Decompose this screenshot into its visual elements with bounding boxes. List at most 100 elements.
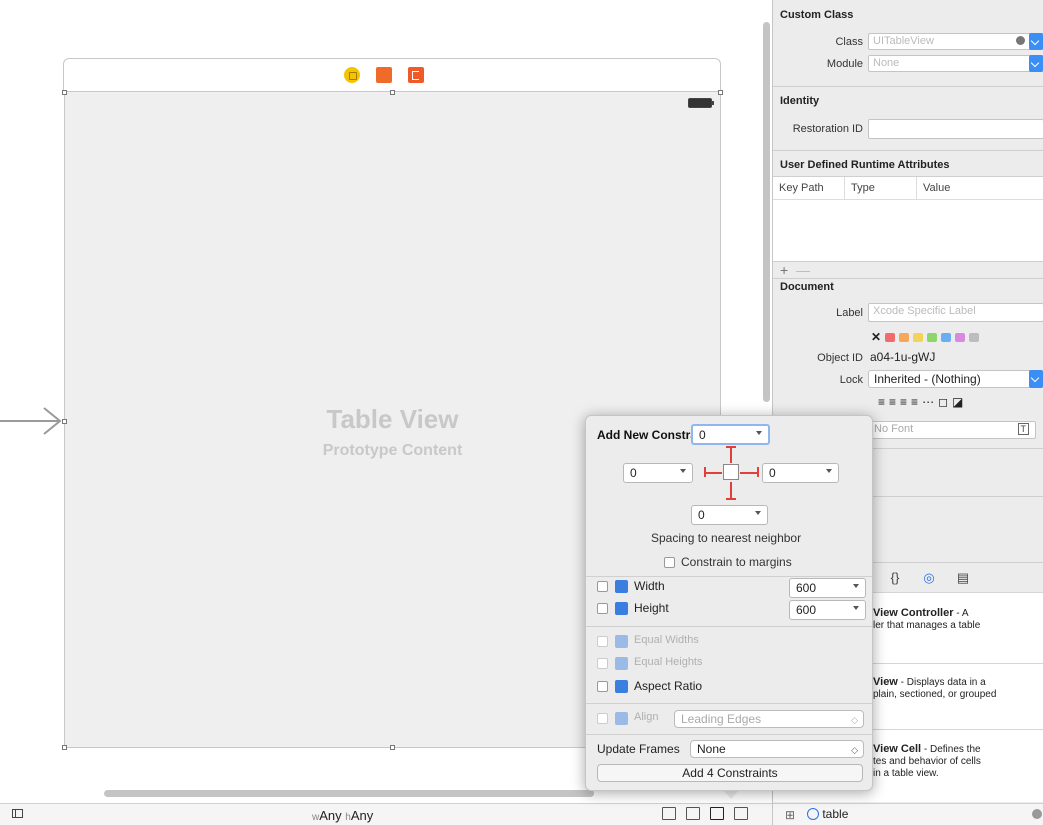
color-swatch-yellow[interactable] (913, 332, 924, 342)
add-attribute-button[interactable]: + (780, 262, 788, 278)
color-swatch-purple[interactable] (955, 332, 966, 342)
left-strut-icon[interactable] (705, 472, 722, 474)
column-key-path[interactable]: Key Path (773, 177, 845, 199)
color-swatch-gray[interactable] (969, 332, 980, 342)
align-label: Align (634, 711, 659, 723)
dropdown-icon (680, 469, 686, 473)
aspect-ratio-checkbox[interactable] (597, 681, 608, 692)
code-snippet-library-tab[interactable]: {} (887, 570, 903, 586)
resolve-issues-icon[interactable] (734, 807, 748, 820)
divider (773, 86, 1043, 87)
resize-handle-bottom[interactable] (390, 745, 395, 750)
align-checkbox[interactable] (597, 713, 608, 724)
align-center-icon[interactable]: ≡ (889, 395, 896, 409)
lib-item-desc: plain, sectioned, or grouped (873, 689, 997, 700)
color-swatch-red[interactable] (885, 332, 896, 342)
module-field[interactable]: None (868, 55, 1043, 72)
equal-widths-icon (615, 635, 628, 648)
module-placeholder: None (873, 57, 900, 69)
remove-attribute-button[interactable]: — (796, 262, 810, 278)
lock-label: Lock (839, 374, 863, 386)
width-checkbox[interactable] (597, 581, 608, 592)
equal-widths-checkbox[interactable] (597, 636, 608, 647)
module-label: Module (826, 58, 863, 70)
width-value-select[interactable]: 600 (789, 578, 866, 598)
stack-icon[interactable] (662, 807, 676, 820)
document-title: Document (780, 281, 834, 293)
align-left-icon[interactable]: ≡ (878, 395, 885, 409)
exit-icon[interactable] (408, 67, 424, 83)
canvas-vertical-scrollbar[interactable] (763, 22, 770, 402)
object-id-value: a04-1u-gWJ (870, 350, 936, 364)
divider (773, 278, 1043, 279)
height-value-select[interactable]: 600 (789, 600, 866, 620)
color-swatch-blue[interactable] (941, 332, 952, 342)
column-type[interactable]: Type (845, 177, 917, 199)
constrain-margins-label: Constrain to margins (681, 555, 792, 569)
top-strut-icon[interactable] (730, 447, 732, 463)
bottom-strut-icon[interactable] (730, 482, 732, 498)
resize-handle-top-right[interactable] (718, 90, 723, 95)
resize-handle-bottom-left[interactable] (62, 745, 67, 750)
library-item-table-view-controller[interactable]: View Controller - A ler that manages a t… (873, 607, 1043, 632)
add-constraints-button[interactable]: Add 4 Constraints (597, 764, 863, 782)
equal-heights-label: Equal Heights (634, 656, 703, 668)
update-frames-select[interactable]: None ◇ (690, 740, 864, 758)
class-dropdown-icon[interactable] (1029, 33, 1043, 50)
add-constraints-popover: Add New Constraints 0 0 0 0 Spacing to n… (585, 415, 873, 791)
color-label-swatches: ✕ (871, 330, 980, 344)
align-natural-icon[interactable]: ⋯ (922, 395, 934, 409)
align-justify-icon[interactable]: ≡ (911, 395, 918, 409)
clear-filter-icon[interactable] (1032, 809, 1042, 819)
library-item-table-view[interactable]: View - Displays data in a plain, section… (873, 676, 1043, 701)
class-field[interactable]: UITableView (868, 33, 1043, 50)
size-class-control[interactable]: wAny hAny (312, 808, 373, 823)
grid-view-icon[interactable]: ⊞ (785, 808, 795, 822)
right-constraint-select[interactable]: 0 (762, 463, 839, 483)
right-strut-icon[interactable] (740, 472, 757, 474)
color-swatch-orange[interactable] (899, 332, 910, 342)
restoration-id-field[interactable] (868, 119, 1043, 139)
document-outline-toggle-icon[interactable] (12, 809, 23, 818)
left-constraint-select[interactable]: 0 (623, 463, 693, 483)
height-checkbox[interactable] (597, 603, 608, 614)
equal-heights-checkbox[interactable] (597, 658, 608, 669)
font-picker-icon[interactable]: T (1017, 423, 1029, 435)
module-dropdown-icon[interactable] (1029, 55, 1043, 72)
class-arrow-icon[interactable] (1016, 36, 1025, 45)
resize-handle-top[interactable] (390, 90, 395, 95)
first-responder-icon[interactable] (376, 67, 392, 83)
auto-layout-buttons (662, 807, 748, 820)
runtime-attributes-table[interactable]: Key Path Type Value (773, 176, 1043, 262)
align-select[interactable]: Leading Edges ◇ (674, 710, 864, 728)
media-library-tab[interactable]: ▤ (955, 570, 971, 586)
top-constraint-select[interactable]: 0 (691, 424, 770, 445)
font-field[interactable]: No Font T (868, 421, 1036, 439)
column-value[interactable]: Value (917, 177, 1037, 199)
view-controller-icon[interactable] (344, 67, 360, 83)
pin-icon[interactable] (710, 807, 724, 820)
resize-handle-top-left[interactable] (62, 90, 67, 95)
aspect-ratio-icon (615, 680, 628, 693)
lock-dropdown-icon[interactable] (1029, 370, 1043, 388)
object-library-tab[interactable]: ◎ (921, 570, 937, 586)
equal-widths-label: Equal Widths (634, 634, 699, 646)
left-strut-cap (704, 467, 706, 477)
height-constraint-icon (615, 602, 628, 615)
library-filter-field[interactable]: table (807, 806, 1037, 823)
align-icon[interactable] (686, 807, 700, 820)
color-swatch-green[interactable] (927, 332, 938, 342)
library-item-table-view-cell[interactable]: View Cell - Defines the tes and behavior… (873, 743, 1043, 780)
strike-box-icon[interactable]: ◪ (952, 395, 963, 409)
class-label: Class (835, 36, 863, 48)
canvas-horizontal-scrollbar[interactable] (104, 790, 594, 797)
lock-select[interactable]: Inherited - (Nothing) (868, 370, 1043, 388)
stepper-icon: ◇ (851, 745, 858, 755)
clear-box-icon[interactable]: ◻ (938, 395, 948, 409)
height-label: Height (634, 601, 669, 615)
align-right-icon[interactable]: ≡ (900, 395, 907, 409)
doc-label-field[interactable]: Xcode Specific Label (868, 303, 1043, 322)
clear-color-icon[interactable]: ✕ (871, 330, 881, 344)
constrain-margins-checkbox[interactable] (664, 557, 675, 568)
bottom-constraint-select[interactable]: 0 (691, 505, 768, 525)
